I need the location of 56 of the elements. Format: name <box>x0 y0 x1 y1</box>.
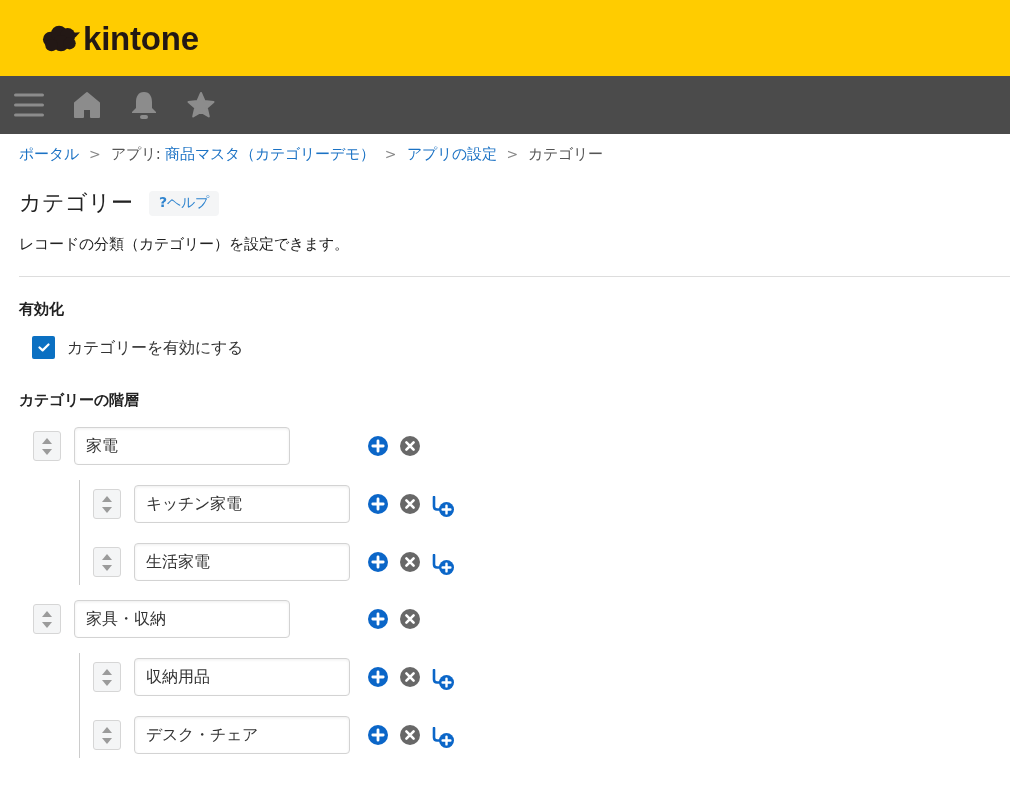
up-down-arrows-icon <box>102 668 112 686</box>
breadcrumb-separator: > <box>384 145 397 164</box>
add-icon[interactable] <box>368 725 388 745</box>
remove-icon[interactable] <box>400 725 420 745</box>
up-down-arrows-icon <box>102 495 112 513</box>
page-description: レコードの分類（カテゴリー）を設定できます。 <box>19 234 350 255</box>
up-down-arrows-icon <box>102 553 112 571</box>
category-name-field[interactable]: 生活家電 <box>134 543 350 581</box>
drag-handle[interactable] <box>93 662 121 692</box>
add-icon[interactable] <box>368 552 388 572</box>
bell-icon[interactable] <box>130 91 158 119</box>
category-name-field[interactable]: 家具・収納 <box>74 600 290 638</box>
remove-icon[interactable] <box>400 436 420 456</box>
drag-handle[interactable] <box>33 431 61 461</box>
up-down-arrows-icon <box>42 610 52 628</box>
star-icon[interactable] <box>187 91 215 119</box>
checkbox-label[interactable]: カテゴリーを有効にする <box>67 336 243 359</box>
remove-icon[interactable] <box>400 494 420 514</box>
breadcrumb-link[interactable]: 商品マスタ（カテゴリーデモ） <box>164 143 375 165</box>
up-down-arrows-icon <box>102 726 112 744</box>
logo-text: kintone <box>83 21 199 55</box>
add-icon[interactable] <box>368 436 388 456</box>
remove-icon[interactable] <box>400 552 420 572</box>
drag-handle[interactable] <box>93 489 121 519</box>
add-icon[interactable] <box>368 609 388 629</box>
category-name-field[interactable]: キッチン家電 <box>134 485 350 523</box>
drag-handle[interactable] <box>93 547 121 577</box>
breadcrumb-label: アプリ: <box>110 144 161 165</box>
elbow-line-plus-icon[interactable] <box>432 495 454 517</box>
up-down-arrows-icon <box>42 437 52 455</box>
drag-handle[interactable] <box>93 720 121 750</box>
category-name-field[interactable]: 収納用品 <box>134 658 350 696</box>
elbow-line-plus-icon[interactable] <box>432 668 454 690</box>
cloud-logo-icon <box>42 24 80 52</box>
section-heading: カテゴリーの階層 <box>19 390 140 411</box>
breadcrumb-current: カテゴリー <box>528 144 604 165</box>
section-heading: 有効化 <box>19 299 65 320</box>
category-name-field[interactable]: デスク・チェア <box>134 716 350 754</box>
remove-icon[interactable] <box>400 667 420 687</box>
elbow-line-plus-icon[interactable] <box>432 553 454 575</box>
category-name-field[interactable]: 家電 <box>74 427 290 465</box>
checkmark-icon <box>37 343 50 352</box>
remove-icon[interactable] <box>400 609 420 629</box>
menu-icon[interactable] <box>14 93 44 117</box>
elbow-line-plus-icon[interactable] <box>432 726 454 748</box>
breadcrumb-link[interactable]: ポータル <box>19 143 79 165</box>
breadcrumb-link[interactable]: アプリの設定 <box>406 143 497 165</box>
add-icon[interactable] <box>368 494 388 514</box>
breadcrumb-separator: > <box>506 145 519 164</box>
breadcrumb-separator: > <box>89 145 101 164</box>
add-icon[interactable] <box>368 667 388 687</box>
help-button[interactable]: ?ヘルプ <box>149 190 220 216</box>
page-title: カテゴリー <box>19 190 133 216</box>
drag-handle[interactable] <box>33 604 61 634</box>
home-icon[interactable] <box>73 91 101 119</box>
checkbox[interactable] <box>32 336 55 359</box>
